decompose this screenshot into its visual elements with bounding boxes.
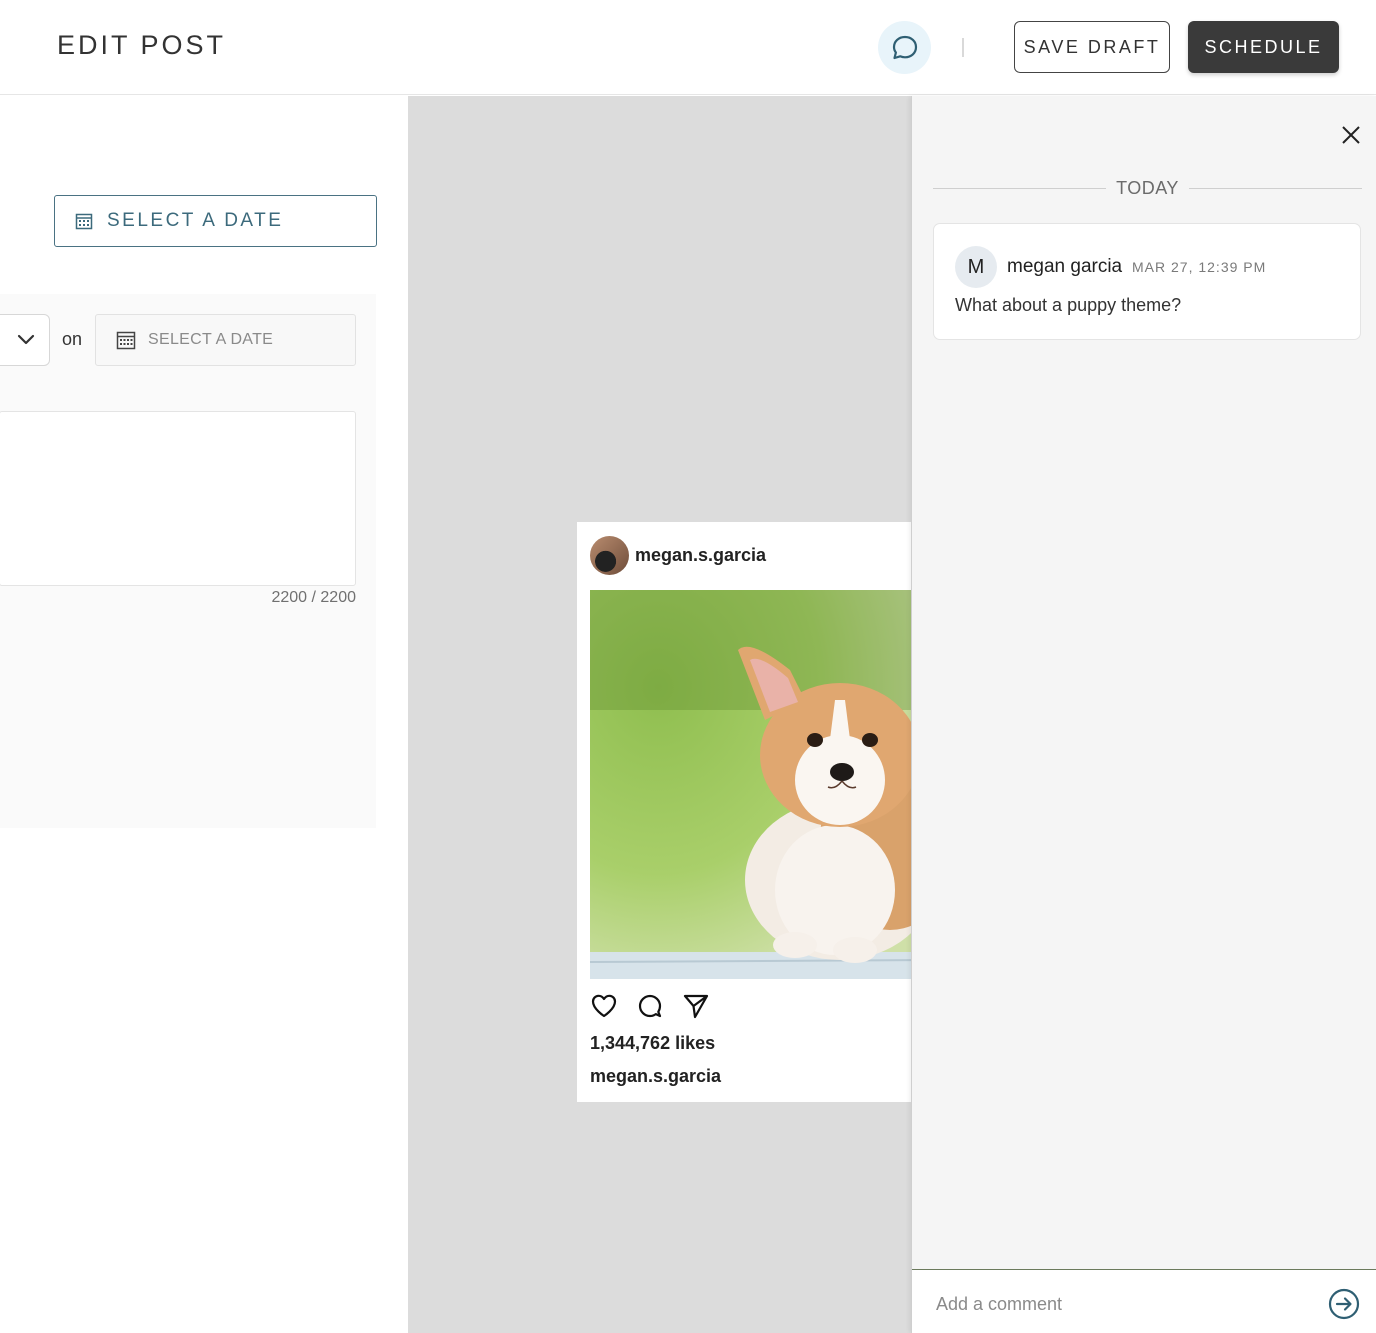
arrow-right-circle-icon[interactable]: [1328, 1288, 1360, 1320]
comment-text: What about a puppy theme?: [955, 295, 1182, 315]
post-preview-pane: megan.s.garcia 1,344,762 likes megan.s.g…: [408, 96, 911, 1333]
select-date-button[interactable]: SELECT A DATE: [54, 195, 377, 247]
comments-toggle-button[interactable]: [878, 21, 931, 74]
calendar-icon: [116, 331, 136, 350]
comment-icon[interactable]: [636, 992, 664, 1020]
post-actions: [590, 992, 710, 1020]
chevron-down-icon: [17, 334, 35, 345]
frequency-dropdown[interactable]: [0, 314, 50, 366]
comment-composer: [912, 1269, 1376, 1333]
post-header: megan.s.garcia: [590, 535, 766, 575]
character-count: 2200 / 2200: [271, 589, 356, 606]
heart-icon[interactable]: [590, 992, 618, 1020]
likes-count: 1,344,762 likes: [590, 1033, 716, 1053]
header: EDIT POST SAVE DRAFT SCHEDULE: [0, 0, 1376, 95]
comment-timestamp: MAR 27, 12:39 PM: [1132, 259, 1267, 275]
comments-panel: TODAY M megan garcia MAR 27, 12:39 PM Wh…: [911, 96, 1376, 1333]
avatar: M: [955, 246, 997, 288]
caption-textarea[interactable]: [0, 411, 356, 586]
comment-item: M megan garcia MAR 27, 12:39 PM What abo…: [933, 223, 1361, 340]
caption-username: megan.s.garcia: [590, 1066, 722, 1086]
send-icon[interactable]: [682, 992, 710, 1020]
post-username: megan.s.garcia: [635, 544, 767, 565]
separator-line: [933, 187, 1107, 189]
schedule-button[interactable]: SCHEDULE: [1188, 21, 1339, 73]
day-label: TODAY: [1116, 177, 1179, 198]
calendar-icon: [75, 213, 93, 230]
comment-author: megan garcia: [1007, 256, 1123, 277]
post-image: [590, 590, 911, 979]
on-label: on: [62, 329, 83, 349]
select-date-label: SELECT A DATE: [107, 210, 284, 231]
avatar: [590, 535, 629, 575]
page-title: EDIT POST: [57, 30, 227, 60]
schedule-card: on SELECT A DATE 2200 / 2200: [0, 294, 376, 828]
instagram-post-preview: megan.s.garcia 1,344,762 likes megan.s.g…: [577, 522, 911, 1102]
comment-input[interactable]: [936, 1290, 1306, 1318]
separator-line: [1188, 187, 1363, 189]
save-draft-button[interactable]: SAVE DRAFT: [1014, 21, 1170, 73]
day-separator: TODAY: [933, 177, 1363, 198]
close-icon[interactable]: [1340, 124, 1362, 146]
comment-bubble-icon: [892, 35, 917, 59]
date-input[interactable]: SELECT A DATE: [95, 314, 356, 366]
date-input-label: SELECT A DATE: [148, 331, 274, 348]
post-settings-pane: SELECT A DATE on SELECT A DATE 2200 / 22…: [0, 96, 408, 1333]
puppy-image: [590, 590, 911, 979]
header-divider: [962, 38, 964, 57]
